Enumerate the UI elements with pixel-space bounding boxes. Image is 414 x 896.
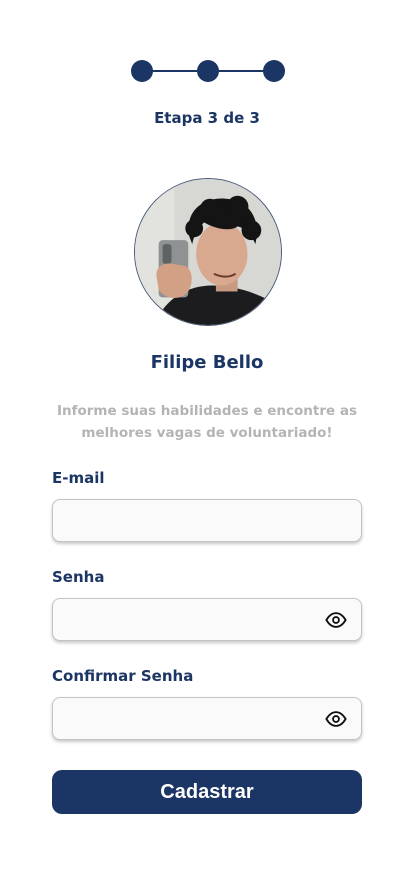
confirm-password-field-container <box>52 697 362 740</box>
profile-avatar[interactable] <box>134 178 282 326</box>
email-label: E-mail <box>52 469 105 487</box>
confirm-password-label: Confirmar Senha <box>52 667 194 685</box>
profile-name: Filipe Bello <box>150 352 264 373</box>
password-input[interactable] <box>65 599 315 640</box>
stepper-connector <box>153 70 197 72</box>
email-input[interactable] <box>65 500 315 541</box>
profile-photo <box>135 179 281 325</box>
step-2-dot <box>197 60 219 82</box>
step-label: Etapa 3 de 3 <box>154 109 260 127</box>
email-field-container <box>52 499 362 542</box>
progress-stepper <box>131 59 285 83</box>
eye-icon[interactable] <box>325 611 347 629</box>
stepper-connector <box>219 70 263 72</box>
register-button[interactable]: Cadastrar <box>52 770 362 814</box>
page-subtitle: Informe suas habilidades e encontre as m… <box>56 403 358 441</box>
confirm-password-input[interactable] <box>65 698 315 739</box>
step-3-dot <box>263 60 285 82</box>
password-field-container <box>52 598 362 641</box>
password-label: Senha <box>52 568 105 586</box>
step-1-dot <box>131 60 153 82</box>
eye-icon[interactable] <box>325 710 347 728</box>
